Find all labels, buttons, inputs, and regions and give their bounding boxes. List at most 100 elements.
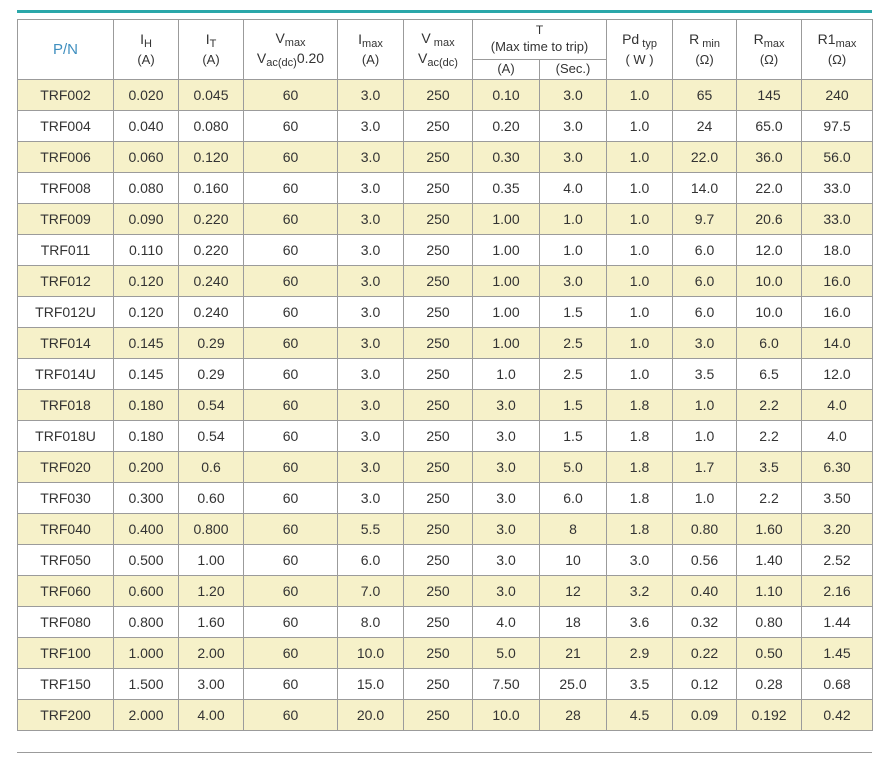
cell-trip-seconds: 4.0 [538, 172, 608, 204]
cell-vmax-ac: 250 [403, 79, 473, 111]
cell-trip-seconds: 10 [538, 544, 608, 576]
cell-ih: 0.145 [113, 327, 179, 359]
cell-imax: 5.5 [337, 513, 404, 545]
cell-vmax-dc: 60 [243, 203, 338, 235]
table-row: TRF011 0.110 0.220 60 3.0 250 1.00 1.0 1.0 6.0 12.… [17, 234, 873, 266]
cell-trip-seconds: 3.0 [538, 110, 608, 142]
cell-pd-typ: 3.5 [606, 668, 674, 700]
cell-vmax-ac: 250 [403, 265, 473, 297]
cell-vmax-ac: 250 [403, 668, 473, 700]
cell-trip-current: 3.0 [472, 389, 540, 421]
cell-vmax-dc: 60 [243, 451, 338, 483]
cell-r-min: 0.22 [672, 637, 738, 669]
cell-trip-seconds: 8 [538, 513, 608, 545]
cell-vmax-ac: 250 [403, 327, 473, 359]
cell-pd-typ: 1.0 [606, 110, 674, 142]
header-r-min: R min (Ω) [672, 19, 738, 80]
cell-trip-seconds: 1.5 [538, 420, 608, 452]
cell-r-min: 1.0 [672, 389, 738, 421]
cell-it: 0.045 [178, 79, 244, 111]
cell-r-min: 0.40 [672, 575, 738, 607]
table-row: TRF012 0.120 0.240 60 3.0 250 1.00 3.0 1.0 6.0 10.… [17, 265, 873, 297]
cell-imax: 3.0 [337, 203, 404, 235]
cell-it: 4.00 [178, 699, 244, 731]
ptc-spec-table: P/N IH (A) IT (A) Vmax Vac(dc)0.20 Imax … [17, 19, 873, 731]
cell-vmax-ac: 250 [403, 172, 473, 204]
cell-imax: 3.0 [337, 265, 404, 297]
cell-pd-typ: 3.2 [606, 575, 674, 607]
cell-pd-typ: 1.0 [606, 172, 674, 204]
cell-r1-max: 2.52 [801, 544, 873, 576]
cell-r-min: 0.32 [672, 606, 738, 638]
cell-pn: TRF018 [17, 389, 114, 421]
cell-imax: 3.0 [337, 389, 404, 421]
cell-ih: 0.800 [113, 606, 179, 638]
cell-r-min: 1.7 [672, 451, 738, 483]
cell-imax: 3.0 [337, 296, 404, 328]
cell-r-min: 9.7 [672, 203, 738, 235]
cell-imax: 3.0 [337, 234, 404, 266]
cell-ih: 0.600 [113, 575, 179, 607]
cell-pn: TRF100 [17, 637, 114, 669]
cell-vmax-dc: 60 [243, 296, 338, 328]
header-ih: IH (A) [113, 19, 179, 80]
cell-vmax-ac: 250 [403, 482, 473, 514]
cell-r1-max: 0.68 [801, 668, 873, 700]
cell-it: 1.60 [178, 606, 244, 638]
cell-ih: 1.000 [113, 637, 179, 669]
header-trip-current: (A) [472, 59, 540, 80]
cell-imax: 3.0 [337, 358, 404, 390]
cell-vmax-dc: 60 [243, 141, 338, 173]
cell-trip-seconds: 18 [538, 606, 608, 638]
cell-trip-current: 1.00 [472, 234, 540, 266]
cell-trip-current: 10.0 [472, 699, 540, 731]
cell-pn: TRF006 [17, 141, 114, 173]
cell-it: 2.00 [178, 637, 244, 669]
cell-pn: TRF014 [17, 327, 114, 359]
cell-it: 0.220 [178, 234, 244, 266]
cell-imax: 20.0 [337, 699, 404, 731]
cell-pd-typ: 1.0 [606, 203, 674, 235]
cell-r-max: 1.10 [736, 575, 803, 607]
cell-trip-seconds: 1.0 [538, 234, 608, 266]
cell-trip-current: 3.0 [472, 513, 540, 545]
cell-r-max: 3.5 [736, 451, 803, 483]
cell-ih: 0.500 [113, 544, 179, 576]
cell-it: 1.20 [178, 575, 244, 607]
cell-trip-seconds: 3.0 [538, 265, 608, 297]
cell-imax: 3.0 [337, 172, 404, 204]
table-row: TRF100 1.000 2.00 60 10.0 250 5.0 21 2.9 0.22 0.50… [17, 637, 873, 669]
cell-r-min: 0.09 [672, 699, 738, 731]
cell-vmax-dc: 60 [243, 606, 338, 638]
cell-r1-max: 33.0 [801, 172, 873, 204]
cell-r1-max: 12.0 [801, 358, 873, 390]
cell-ih: 0.180 [113, 389, 179, 421]
cell-r-max: 6.0 [736, 327, 803, 359]
header-pn: P/N [17, 19, 114, 80]
cell-r-min: 24 [672, 110, 738, 142]
cell-it: 0.080 [178, 110, 244, 142]
cell-pn: TRF040 [17, 513, 114, 545]
cell-vmax-dc: 60 [243, 544, 338, 576]
cell-r-max: 1.40 [736, 544, 803, 576]
cell-ih: 0.090 [113, 203, 179, 235]
cell-pd-typ: 1.8 [606, 482, 674, 514]
cell-imax: 3.0 [337, 79, 404, 111]
cell-vmax-dc: 60 [243, 482, 338, 514]
header-vmax-dc: Vmax Vac(dc)0.20 [243, 19, 338, 80]
cell-imax: 3.0 [337, 451, 404, 483]
table-row: TRF014U 0.145 0.29 60 3.0 250 1.0 2.5 1.0 3.5 6.5 1… [17, 358, 873, 390]
cell-trip-current: 0.20 [472, 110, 540, 142]
cell-r1-max: 1.45 [801, 637, 873, 669]
cell-trip-seconds: 25.0 [538, 668, 608, 700]
cell-ih: 0.020 [113, 79, 179, 111]
cell-vmax-ac: 250 [403, 637, 473, 669]
cell-vmax-ac: 250 [403, 544, 473, 576]
cell-trip-seconds: 28 [538, 699, 608, 731]
cell-trip-current: 0.30 [472, 141, 540, 173]
cell-r-max: 65.0 [736, 110, 803, 142]
cell-pn: TRF200 [17, 699, 114, 731]
cell-vmax-dc: 60 [243, 234, 338, 266]
top-accent-rule [17, 10, 872, 13]
table-row: TRF004 0.040 0.080 60 3.0 250 0.20 3.0 1.0 24 65.0… [17, 110, 873, 142]
